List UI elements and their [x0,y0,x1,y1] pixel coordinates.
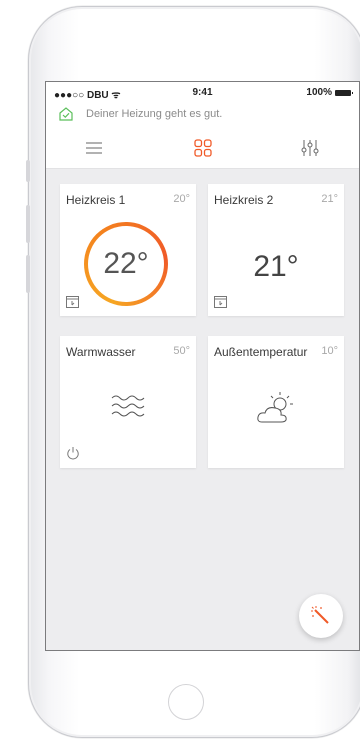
card-heizkreis-1[interactable]: Heizkreis 1 20° 22° [60,184,196,316]
mute-switch [26,160,30,182]
cloud-sun-icon [208,390,344,431]
current-temperature: 22° [88,226,164,302]
card-title: Heizkreis 2 [214,193,274,207]
magic-wand-icon [311,606,329,624]
tab-settings[interactable] [298,136,322,160]
battery-icon [335,89,353,96]
grid-icon [194,139,212,157]
battery-indicator: 100% [306,87,353,98]
tab-bar [46,128,359,169]
tab-grid[interactable] [191,136,215,160]
home-button[interactable] [168,684,204,720]
card-temperature: 10° [321,345,338,357]
card-setpoint: 21° [321,193,338,205]
calendar-icon [214,296,227,308]
status-message: Deiner Heizung geht es gut. [46,102,359,128]
card-title: Warmwasser [66,345,136,359]
volume-down-button [26,255,30,293]
power-icon[interactable] [66,446,80,460]
status-bar: ●●●○○ DBU ᯤ 9:41 100% [46,82,359,102]
sliders-icon [301,140,319,156]
volume-up-button [26,205,30,243]
current-temperature: 21° [253,250,299,283]
calendar-icon [66,296,79,308]
card-setpoint: 50° [173,345,190,357]
water-waves-icon [60,394,196,425]
magic-wand-button[interactable] [299,594,343,638]
list-icon [86,142,102,154]
card-warmwasser[interactable]: Warmwasser 50° [60,336,196,468]
tab-list[interactable] [82,136,106,160]
card-setpoint: 20° [173,193,190,205]
card-heizkreis-2[interactable]: Heizkreis 2 21° 21° [208,184,344,316]
app-screen: ●●●○○ DBU ᯤ 9:41 100% Deiner Heizung geh… [45,81,360,651]
house-check-icon [59,107,73,121]
card-title: Heizkreis 1 [66,193,126,207]
card-aussentemperatur[interactable]: Außentemperatur 10° [208,336,344,468]
battery-percent: 100% [306,87,332,98]
card-title: Außentemperatur [214,345,308,359]
temperature-ring: 22° [84,222,168,306]
status-message-text: Deiner Heizung geht es gut. [86,108,223,120]
